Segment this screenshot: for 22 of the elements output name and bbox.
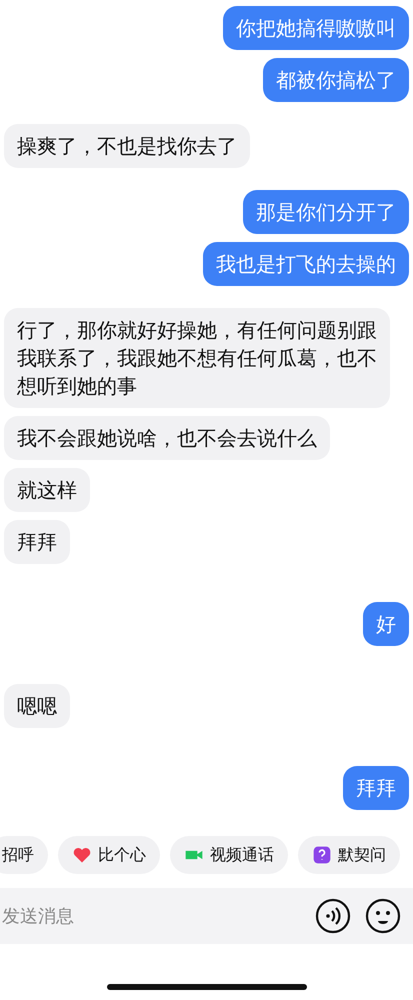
message-bubble: 行了，那你就好好操她，有任何问题别跟我联系了，我跟她不想有任何瓜葛，也不想听到她的事: [4, 308, 390, 408]
message-bubble: 我不会跟她说啥，也不会去说什么: [4, 416, 330, 460]
quick-reply-chip[interactable]: 视频通话: [170, 836, 288, 874]
voice-icon[interactable]: [315, 898, 351, 934]
message-bubble: 就这样: [4, 468, 90, 512]
message-bubble: 你把她搞得嗷嗷叫: [223, 6, 409, 50]
message-bubble: 拜拜: [4, 520, 70, 564]
message-bubble: 那是你们分开了: [243, 190, 409, 234]
emoji-icon[interactable]: [365, 898, 401, 934]
message-bubble: 我也是打飞的去操的: [203, 242, 409, 286]
message-input-bar[interactable]: 发送消息: [0, 888, 413, 944]
message-bubble: 拜拜: [343, 766, 409, 810]
quick-reply-chip[interactable]: 默契问: [298, 836, 400, 874]
question-icon: [312, 845, 332, 865]
message-bubble: 嗯嗯: [4, 684, 70, 728]
message-bubble: 都被你搞松了: [263, 58, 409, 102]
quick-reply-chip[interactable]: 比个心: [58, 836, 160, 874]
heart-icon: [72, 845, 92, 865]
message-bubble: 好: [363, 602, 409, 646]
quick-reply-chip[interactable]: 招呼: [0, 836, 48, 874]
message-bubble: 操爽了，不也是找你去了: [4, 124, 250, 168]
message-input[interactable]: 发送消息: [2, 901, 301, 931]
